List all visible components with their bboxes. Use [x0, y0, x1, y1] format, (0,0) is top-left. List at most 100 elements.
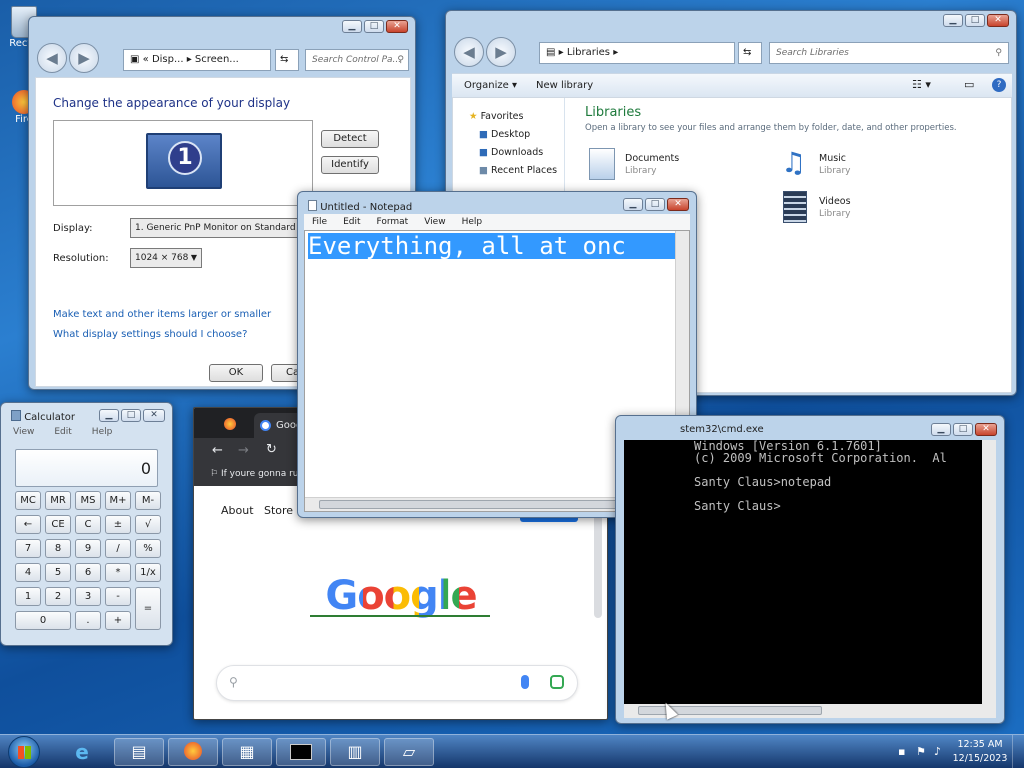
- horizontal-scroll-thumb[interactable]: [319, 500, 639, 509]
- maximize-button[interactable]: □: [645, 198, 665, 211]
- calculator-taskbar-icon[interactable]: ▥: [330, 738, 380, 766]
- calc-key[interactable]: %: [135, 539, 161, 558]
- menu-file[interactable]: File: [304, 214, 335, 230]
- clock[interactable]: 12:35 AM 12/15/2023: [952, 738, 1008, 766]
- menu-view[interactable]: View: [416, 214, 453, 230]
- calc-key[interactable]: .: [75, 611, 101, 630]
- store-link[interactable]: Store: [264, 504, 293, 517]
- volume-icon[interactable]: ♪: [934, 745, 941, 758]
- close-button[interactable]: ✕: [975, 423, 997, 436]
- calc-key[interactable]: +: [105, 611, 131, 630]
- calc-key[interactable]: /: [105, 539, 131, 558]
- address-bar[interactable]: ▤ ▸ Libraries ▸: [539, 42, 735, 64]
- show-desktop-button[interactable]: [1012, 735, 1024, 768]
- help-icon[interactable]: ?: [992, 78, 1006, 92]
- address-bar[interactable]: ▣ « Disp... ▸ Screen...: [123, 49, 271, 71]
- forward-button[interactable]: ▶: [69, 43, 99, 73]
- forward-button[interactable]: ▶: [486, 37, 516, 67]
- music-library[interactable]: ♫ Music Library: [777, 146, 927, 186]
- calc-key[interactable]: =: [135, 587, 161, 630]
- maximize-button[interactable]: □: [364, 20, 384, 33]
- lens-icon[interactable]: [550, 675, 564, 689]
- calc-key[interactable]: MS: [75, 491, 101, 510]
- ok-button[interactable]: OK: [209, 364, 263, 382]
- firefox-tab-icon[interactable]: [224, 418, 236, 430]
- refresh-button[interactable]: ⇆: [738, 42, 762, 64]
- explorer-taskbar-icon[interactable]: ▤: [114, 738, 164, 766]
- minimize-button[interactable]: ▁: [943, 14, 963, 27]
- about-link[interactable]: About: [221, 504, 254, 517]
- calc-key[interactable]: *: [105, 563, 131, 582]
- calc-key[interactable]: -: [105, 587, 131, 606]
- minimize-button[interactable]: ▁: [931, 423, 951, 436]
- minimize-button[interactable]: ▁: [342, 20, 362, 33]
- refresh-button[interactable]: ⇆: [275, 49, 299, 71]
- action-center-icon[interactable]: ⚑: [916, 745, 926, 758]
- calc-key[interactable]: 5: [45, 563, 71, 582]
- console-output[interactable]: Windows [Version 6.1.7601] (c) 2009 Micro…: [624, 440, 996, 718]
- control-panel-taskbar-icon[interactable]: ▦: [222, 738, 272, 766]
- calc-key[interactable]: MC: [15, 491, 41, 510]
- menu-help[interactable]: Help: [454, 214, 491, 230]
- maximize-button[interactable]: □: [965, 14, 985, 27]
- favorites-item[interactable]: ★ Favorites: [469, 111, 523, 122]
- network-icon[interactable]: ▪: [898, 745, 905, 758]
- maximize-button[interactable]: □: [953, 423, 973, 436]
- downloads-item[interactable]: ■ Downloads: [479, 147, 543, 158]
- menu-edit[interactable]: Edit: [335, 214, 368, 230]
- calc-key[interactable]: 9: [75, 539, 101, 558]
- detect-button[interactable]: Detect: [321, 130, 379, 148]
- address-segment-2[interactable]: Screen...: [195, 54, 239, 65]
- reload-icon[interactable]: ↻: [266, 442, 277, 457]
- new-library-button[interactable]: New library: [536, 80, 593, 91]
- calc-key[interactable]: MR: [45, 491, 71, 510]
- calc-key[interactable]: 1: [15, 587, 41, 606]
- forward-icon[interactable]: →: [238, 443, 249, 458]
- back-icon[interactable]: ←: [212, 443, 223, 458]
- calc-key[interactable]: M+: [105, 491, 131, 510]
- notepad-taskbar-icon[interactable]: ▱: [384, 738, 434, 766]
- mic-icon[interactable]: [521, 675, 529, 689]
- monitor-icon[interactable]: 1: [146, 133, 222, 189]
- display-help-link[interactable]: What display settings should I choose?: [53, 329, 247, 340]
- search-input[interactable]: Search Control Pa... ⚲: [305, 49, 409, 71]
- bookmark-item[interactable]: ⚐ If youre gonna run: [210, 469, 304, 479]
- search-box[interactable]: ⚲: [216, 665, 578, 701]
- back-button[interactable]: ◀: [37, 43, 67, 73]
- calc-key[interactable]: 0: [15, 611, 71, 630]
- calc-key[interactable]: 6: [75, 563, 101, 582]
- menu-format[interactable]: Format: [369, 214, 417, 230]
- start-button[interactable]: [8, 736, 40, 768]
- calc-key[interactable]: 3: [75, 587, 101, 606]
- search-input[interactable]: Search Libraries ⚲: [769, 42, 1009, 64]
- close-button[interactable]: ✕: [987, 14, 1009, 27]
- address-segment[interactable]: Libraries: [567, 47, 610, 58]
- vertical-scrollbar[interactable]: [982, 440, 996, 704]
- videos-library[interactable]: Videos Library: [777, 189, 927, 229]
- calc-key[interactable]: 8: [45, 539, 71, 558]
- organize-menu[interactable]: Organize ▾: [464, 80, 517, 91]
- calc-key[interactable]: √: [135, 515, 161, 534]
- view-options-icon[interactable]: ☷ ▾: [912, 78, 931, 91]
- calc-key[interactable]: ±: [105, 515, 131, 534]
- identify-button[interactable]: Identify: [321, 156, 379, 174]
- minimize-button[interactable]: ▁: [623, 198, 643, 211]
- resolution-select[interactable]: 1024 × 768 ▼: [130, 248, 202, 268]
- cmd-taskbar-icon[interactable]: [276, 738, 326, 766]
- firefox-taskbar-icon[interactable]: [168, 738, 218, 766]
- calc-key[interactable]: 1/x: [135, 563, 161, 582]
- documents-library[interactable]: Documents Library: [585, 146, 735, 186]
- calc-key[interactable]: C: [75, 515, 101, 534]
- calc-key[interactable]: 4: [15, 563, 41, 582]
- calc-key[interactable]: 2: [45, 587, 71, 606]
- calc-key[interactable]: M-: [135, 491, 161, 510]
- text-size-link[interactable]: Make text and other items larger or smal…: [53, 309, 271, 320]
- calc-key[interactable]: ←: [15, 515, 41, 534]
- calc-key[interactable]: 7: [15, 539, 41, 558]
- horizontal-scrollbar[interactable]: [624, 704, 996, 718]
- desktop-item[interactable]: ■ Desktop: [479, 129, 530, 140]
- calc-key[interactable]: CE: [45, 515, 71, 534]
- recent-places-item[interactable]: ■ Recent Places: [479, 165, 557, 176]
- preview-pane-icon[interactable]: ▭: [964, 78, 974, 91]
- address-segment-1[interactable]: Disp...: [152, 54, 184, 65]
